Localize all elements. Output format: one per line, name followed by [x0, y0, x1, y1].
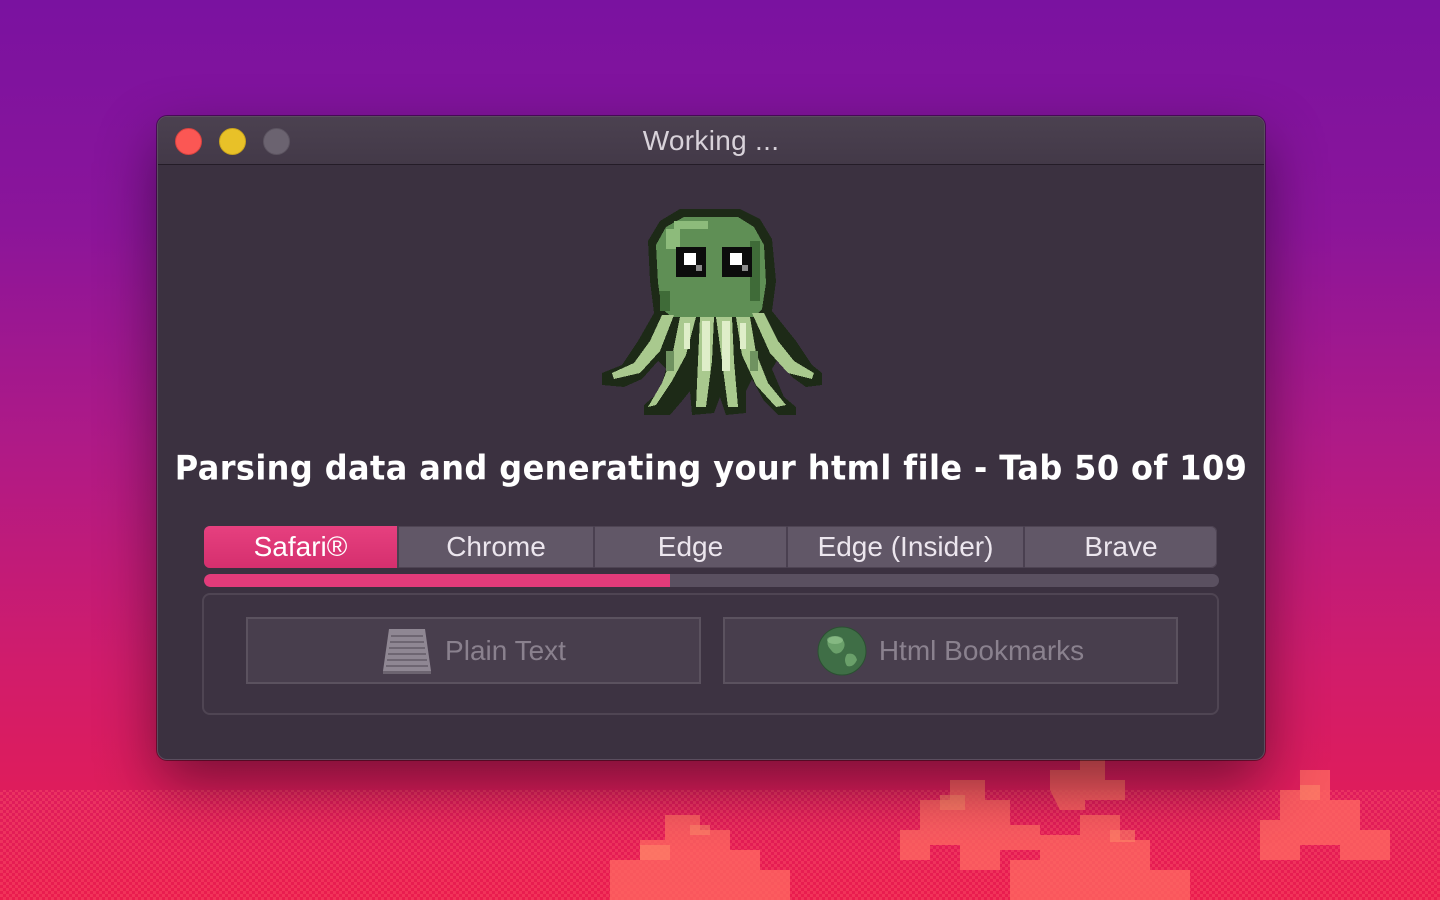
text-document-icon: [383, 628, 432, 674]
html-bookmarks-button[interactable]: Html Bookmarks: [723, 617, 1178, 684]
window-title: Working ...: [642, 125, 780, 156]
plain-text-label: Plain Text: [445, 634, 566, 666]
tab-edge[interactable]: Edge: [595, 526, 788, 568]
tab-edge-insider[interactable]: Edge (Insider): [788, 526, 1025, 568]
tab-chrome[interactable]: Chrome: [399, 526, 595, 568]
status-message: Parsing data and generating your html fi…: [174, 448, 1248, 488]
progress-bar-fill: [204, 574, 670, 587]
working-window: Working ... Parsing data and generating …: [157, 116, 1265, 760]
globe-icon: [817, 626, 867, 675]
plain-text-button[interactable]: Plain Text: [246, 617, 701, 684]
tab-safari[interactable]: Safari®: [204, 526, 399, 568]
progress-bar: [204, 574, 1219, 587]
title-bar[interactable]: Working ...: [158, 117, 1264, 165]
tab-brave[interactable]: Brave: [1025, 526, 1217, 568]
browser-selector[interactable]: Safari® Chrome Edge Edge (Insider) Brave: [204, 526, 1217, 568]
html-bookmarks-label: Html Bookmarks: [878, 634, 1085, 666]
export-options-box: Plain Text Html Bookmarks: [202, 593, 1219, 715]
octopus-mascot-icon: [602, 209, 822, 415]
